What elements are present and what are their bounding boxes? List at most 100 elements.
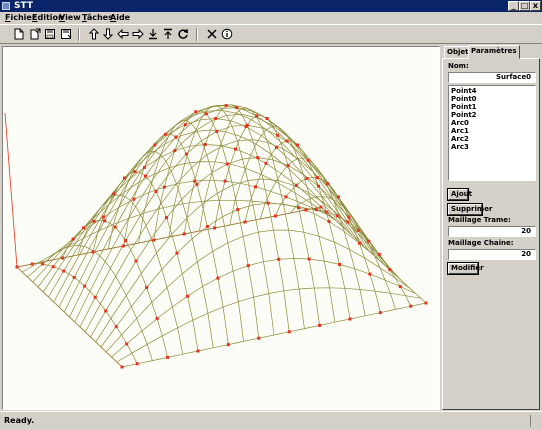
control-point[interactable] [193, 179, 197, 183]
corner-point[interactable] [319, 205, 323, 209]
move-up-icon[interactable] [88, 28, 100, 40]
chaine-field[interactable]: 20 [448, 249, 536, 260]
control-point[interactable] [91, 250, 95, 254]
control-point[interactable] [72, 275, 76, 279]
control-point[interactable] [235, 106, 239, 110]
control-point[interactable] [93, 295, 97, 299]
control-point[interactable] [246, 264, 250, 268]
control-point[interactable] [142, 165, 146, 169]
control-point[interactable] [104, 309, 108, 313]
control-point[interactable] [135, 362, 139, 366]
list-item[interactable]: Arc1 [450, 127, 535, 135]
control-point[interactable] [163, 132, 167, 136]
control-point[interactable] [114, 325, 118, 329]
delete-icon[interactable] [206, 28, 218, 40]
control-point[interactable] [368, 272, 372, 276]
control-point[interactable] [236, 208, 240, 211]
control-point[interactable] [51, 265, 55, 269]
control-point[interactable] [348, 317, 352, 321]
control-point[interactable] [277, 257, 281, 261]
control-point[interactable] [162, 185, 166, 189]
control-point[interactable] [92, 219, 96, 223]
list-item[interactable]: Arc3 [450, 143, 535, 151]
viewport-3d[interactable] [2, 46, 440, 410]
nom-field[interactable]: Surface0 [448, 72, 536, 83]
control-point[interactable] [234, 147, 238, 151]
open-file-icon[interactable] [29, 28, 41, 40]
tab-parametres[interactable]: Paramètres [468, 45, 520, 59]
control-point[interactable] [184, 152, 188, 156]
control-point[interactable] [377, 252, 381, 256]
control-point[interactable] [30, 262, 34, 266]
control-point[interactable] [255, 114, 259, 118]
control-point[interactable] [224, 104, 228, 108]
anchor-up-icon[interactable] [162, 28, 174, 40]
control-point[interactable] [357, 241, 361, 245]
control-point[interactable] [103, 219, 107, 223]
control-point[interactable] [297, 206, 301, 210]
resize-grip[interactable] [530, 415, 540, 427]
control-point[interactable] [243, 220, 247, 224]
control-point[interactable] [195, 182, 199, 186]
control-point[interactable] [173, 149, 177, 153]
control-point[interactable] [216, 276, 220, 280]
control-point[interactable] [307, 257, 311, 261]
list-item[interactable]: Point2 [450, 111, 535, 119]
control-point[interactable] [144, 174, 147, 178]
corner-point[interactable] [15, 265, 19, 269]
control-point[interactable] [325, 210, 329, 214]
control-point[interactable] [266, 201, 270, 205]
control-point[interactable] [265, 117, 269, 120]
corner-point[interactable] [120, 365, 124, 369]
control-point[interactable] [132, 197, 136, 201]
menu-taches[interactable]: Tâches [82, 13, 113, 23]
control-point[interactable] [155, 317, 159, 321]
menu-aide[interactable]: Aide [110, 13, 130, 23]
control-point[interactable] [182, 232, 186, 236]
surface-mesh[interactable] [3, 47, 439, 409]
control-point[interactable] [336, 195, 340, 199]
control-point[interactable] [41, 262, 45, 266]
control-point[interactable] [318, 323, 322, 327]
control-point[interactable] [225, 162, 229, 166]
control-point[interactable] [294, 183, 298, 187]
info-icon[interactable] [221, 28, 233, 40]
move-down-icon[interactable] [102, 28, 114, 40]
control-point[interactable] [62, 269, 66, 273]
control-point[interactable] [276, 133, 280, 137]
control-point[interactable] [194, 110, 198, 114]
modify-button[interactable]: Modifier [448, 263, 484, 274]
control-point[interactable] [153, 143, 157, 147]
control-point[interactable] [296, 143, 299, 147]
control-point[interactable] [264, 161, 268, 165]
control-point[interactable] [275, 145, 278, 149]
control-point[interactable] [205, 225, 209, 228]
control-point[interactable] [388, 268, 392, 272]
control-point[interactable] [125, 342, 129, 346]
control-point[interactable] [314, 208, 318, 212]
control-point[interactable] [346, 220, 350, 224]
delete-button[interactable]: Supprimer [448, 204, 492, 215]
menu-view[interactable]: View [59, 13, 81, 23]
control-point[interactable] [356, 228, 360, 232]
control-point[interactable] [145, 285, 149, 289]
control-point[interactable] [409, 304, 413, 308]
corner-point[interactable] [424, 301, 428, 305]
control-point[interactable] [174, 135, 178, 139]
control-point[interactable] [285, 139, 289, 143]
control-point[interactable] [175, 251, 179, 255]
new-file-icon[interactable] [13, 28, 25, 40]
control-point[interactable] [82, 226, 86, 230]
control-point[interactable] [71, 237, 75, 241]
control-point[interactable] [166, 355, 170, 359]
list-item[interactable]: Arc2 [450, 135, 535, 143]
anchor-down-icon[interactable] [147, 28, 159, 40]
list-item[interactable]: Point1 [450, 103, 535, 111]
control-point[interactable] [196, 349, 200, 353]
control-point[interactable] [398, 285, 402, 289]
control-point[interactable] [215, 129, 219, 133]
move-right-icon[interactable] [132, 28, 144, 40]
control-point[interactable] [378, 311, 382, 315]
control-point[interactable] [306, 158, 310, 162]
trame-field[interactable]: 20 [448, 226, 536, 237]
